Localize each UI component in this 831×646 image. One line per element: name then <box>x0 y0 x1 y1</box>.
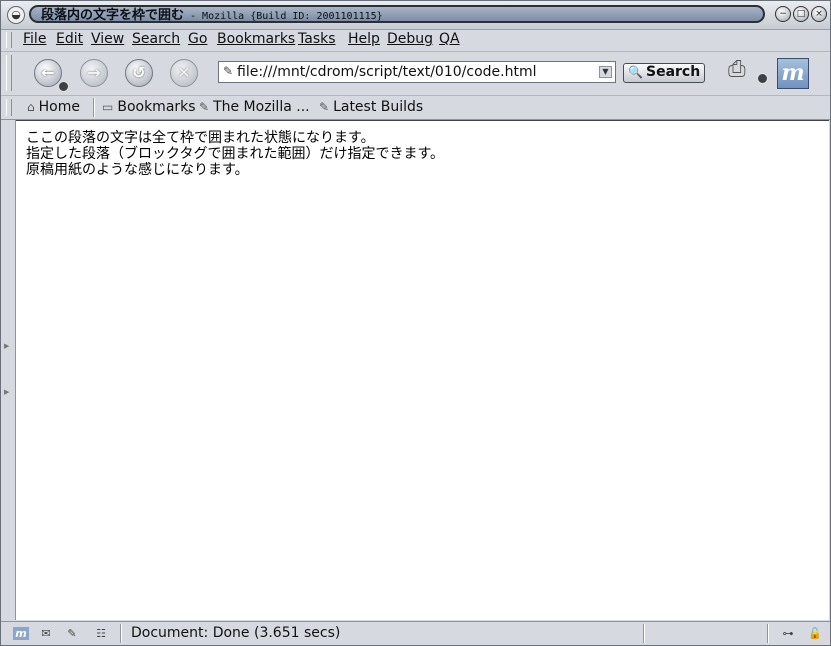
menu-view[interactable]: View <box>91 31 124 47</box>
bookmark-latest-builds[interactable]: ✎ Latest Builds <box>319 99 423 115</box>
status-bar: m ✉ ✎ ☷ Document: Done (3.651 secs) ⊶ 🔓 <box>1 621 830 646</box>
url-input[interactable]: file:///mnt/cdrom/script/text/010/code.h… <box>237 64 536 80</box>
menu-tasks-label: Tasks <box>298 31 336 47</box>
back-dropdown-icon[interactable] <box>58 81 69 92</box>
menu-qa[interactable]: QA <box>439 31 460 47</box>
page-proxy-icon[interactable]: ✎ <box>223 64 233 78</box>
search-button-label: Search <box>646 64 701 80</box>
magnifier-icon: 🔍 <box>628 65 643 79</box>
print-dropdown-icon[interactable] <box>757 73 768 84</box>
bookmark-the-mozilla[interactable]: ✎ The Mozilla ... <box>199 99 310 115</box>
title-bar[interactable]: ◒ 段落内の文字を枠で囲む - Mozilla {Build ID: 200110… <box>1 1 830 30</box>
bookmark-the-mozilla-label: The Mozilla ... <box>213 99 310 115</box>
menubar-grip[interactable] <box>6 32 12 48</box>
menu-file[interactable]: File <box>23 31 46 47</box>
browser-window: ◒ 段落内の文字を枠で囲む - Mozilla {Build ID: 200110… <box>0 0 831 646</box>
window-title-text: 段落内の文字を枠で囲む - Mozilla {Build ID: 20011011… <box>41 7 383 23</box>
menu-bar: File Edit View Search Go Bookmarks Tasks… <box>1 29 830 52</box>
folder-icon: ▭ <box>102 100 114 114</box>
address-book-icon[interactable]: ☷ <box>93 627 109 640</box>
printer-icon: ⎙ <box>728 57 746 82</box>
menu-view-label: View <box>91 31 125 47</box>
menu-search[interactable]: Search <box>132 31 180 47</box>
forward-button[interactable]: → <box>80 59 108 87</box>
menu-debug[interactable]: Debug <box>387 31 433 47</box>
menu-go[interactable]: Go <box>188 31 207 47</box>
menu-edit[interactable]: Edit <box>56 31 83 47</box>
menu-bookmarks[interactable]: Bookmarks <box>217 31 295 47</box>
bookmark-icon: ✎ <box>319 100 330 114</box>
home-icon: ⌂ <box>27 100 35 114</box>
menu-qa-label: QA <box>439 31 460 47</box>
stop-icon: ✕ <box>177 63 191 82</box>
sidebar-open-icon[interactable]: ▶ <box>4 342 9 350</box>
window-title: 段落内の文字を枠で囲む <box>41 8 185 23</box>
page-content[interactable]: ここの段落の文字は全て枠で囲まれた状態になります。 指定した段落（ブロックタグで… <box>16 120 829 620</box>
home-button[interactable]: ⌂ Home <box>27 99 80 115</box>
mail-icon[interactable]: ✉ <box>38 627 54 640</box>
paragraph-line-1: ここの段落の文字は全て枠で囲まれた状態になります。 <box>26 130 375 146</box>
menu-tasks[interactable]: Tasks <box>298 31 336 47</box>
close-icon[interactable]: × <box>811 6 827 22</box>
reload-button[interactable]: ↺ <box>125 59 153 87</box>
navigation-toolbar: ← → ↺ ✕ ✎ file:///mnt/cdrom/script/text/… <box>1 51 830 96</box>
mozilla-throbber-icon[interactable]: m <box>777 58 809 89</box>
bookmarks-label: Bookmarks <box>117 99 196 115</box>
status-text: Document: Done (3.651 secs) <box>131 625 341 641</box>
status-separator <box>120 624 122 643</box>
menu-help-label: Help <box>348 31 380 47</box>
sidebar-open-icon-2[interactable]: ▶ <box>4 388 9 396</box>
menu-edit-label: Edit <box>56 31 84 47</box>
menu-go-label: Go <box>188 31 208 47</box>
menu-file-label: File <box>23 31 47 47</box>
toolbar-separator <box>93 98 95 117</box>
navigator-icon[interactable]: m <box>13 627 29 640</box>
bookmark-latest-builds-label: Latest Builds <box>333 99 424 115</box>
url-history-dropdown-icon[interactable]: ▼ <box>599 66 612 78</box>
back-arrow-icon: ← <box>41 63 55 82</box>
paragraph-line-3: 原稿用紙のような感じになります。 <box>26 162 249 178</box>
bookmark-icon: ✎ <box>199 100 210 114</box>
security-lock-icon[interactable]: 🔓 <box>807 627 823 640</box>
print-button[interactable]: ⎙ <box>728 57 758 83</box>
menu-search-label: Search <box>132 31 181 47</box>
sidebar-splitter[interactable]: ▶ ▶ <box>1 120 16 620</box>
personal-toolbar: ⌂ Home ▭ Bookmarks ✎ The Mozilla ... ✎ Lates… <box>1 96 830 120</box>
persbar-grip[interactable] <box>6 99 12 116</box>
progress-separator <box>643 624 645 643</box>
home-label: Home <box>38 99 80 115</box>
minimize-icon[interactable]: − <box>775 6 791 22</box>
window-menu-icon[interactable]: ◒ <box>7 6 25 24</box>
online-separator <box>767 624 769 643</box>
bookmarks-button[interactable]: ▭ Bookmarks <box>102 99 196 115</box>
maximize-icon[interactable]: □ <box>793 6 809 22</box>
search-button[interactable]: 🔍 Search <box>623 63 705 83</box>
title-pill: 段落内の文字を枠で囲む - Mozilla {Build ID: 20011011… <box>29 5 765 23</box>
forward-arrow-icon: → <box>87 63 101 82</box>
paragraph: ここの段落の文字は全て枠で囲まれた状態になります。 指定した段落（ブロックタグで… <box>26 130 444 178</box>
menu-bookmarks-label: Bookmarks <box>217 31 296 47</box>
url-bar[interactable]: ✎ file:///mnt/cdrom/script/text/010/code… <box>218 61 616 83</box>
paragraph-line-2: 指定した段落（ブロックタグで囲まれた範囲）だけ指定できます。 <box>26 146 445 162</box>
composer-icon[interactable]: ✎ <box>64 627 80 640</box>
stop-button[interactable]: ✕ <box>170 59 198 87</box>
online-status-icon[interactable]: ⊶ <box>777 627 799 640</box>
menu-debug-label: Debug <box>387 31 434 47</box>
window-subtitle: - Mozilla {Build ID: 2001101115} <box>190 11 383 22</box>
menu-help[interactable]: Help <box>348 31 380 47</box>
reload-icon: ↺ <box>132 63 146 82</box>
navbar-grip[interactable] <box>6 55 12 91</box>
